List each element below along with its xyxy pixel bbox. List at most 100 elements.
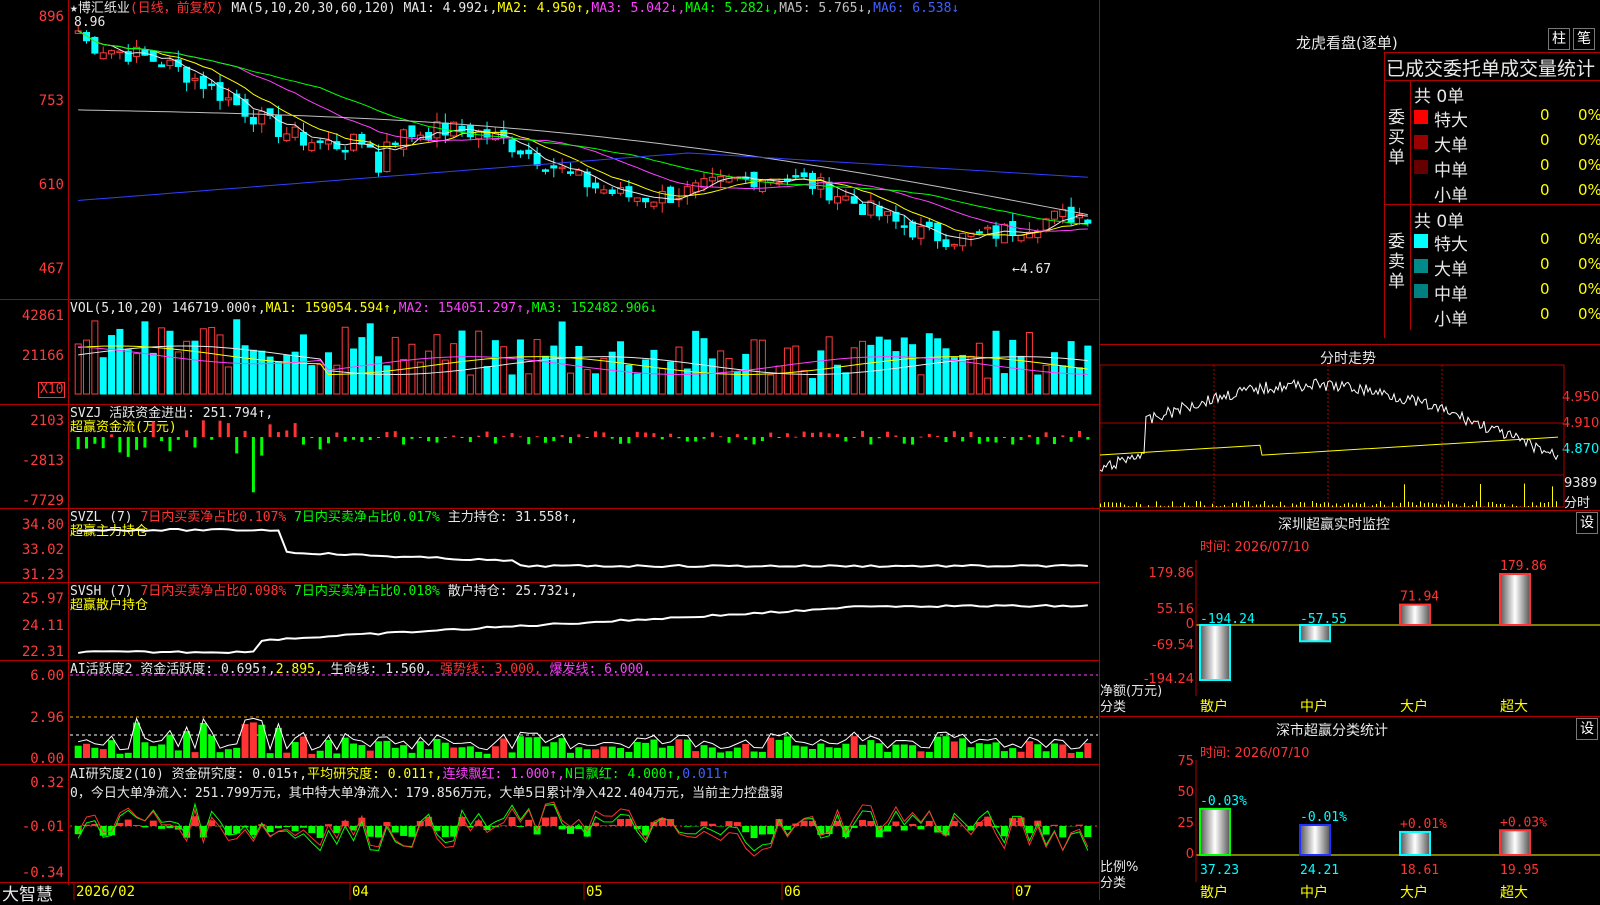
- activity-bar: [884, 752, 891, 758]
- activity-bar: [350, 744, 357, 758]
- research-bar: [709, 824, 716, 826]
- candle-body: [551, 166, 557, 168]
- research-bar: [141, 826, 148, 827]
- intraday-vol-bar: [1232, 503, 1233, 507]
- fund-flow-bar: [486, 432, 489, 437]
- fund-flow-bar: [235, 437, 238, 453]
- candle-body: [835, 197, 841, 203]
- research-bar: [751, 826, 758, 838]
- intraday-vol-bar: [1540, 502, 1541, 507]
- research-bar: [901, 826, 908, 831]
- intraday-vol-bar: [1480, 484, 1481, 507]
- candle-body: [225, 98, 231, 100]
- main-chart-area[interactable]: ★博汇纸业(日线，前复权) MA(5,10,20,30,60,120) MA1:…: [0, 0, 1100, 900]
- fund-flow-bar: [193, 437, 196, 448]
- activity-bar: [642, 743, 649, 758]
- intraday-vol-bar: [1448, 501, 1449, 507]
- chart-canvas[interactable]: [0, 0, 1100, 900]
- candle-body: [693, 183, 699, 192]
- volume-bar: [651, 350, 657, 394]
- fund-flow-bar: [427, 437, 430, 441]
- candle-body: [876, 206, 882, 216]
- activity-bar: [1026, 741, 1033, 758]
- candle-body: [467, 126, 473, 137]
- fund-flow-bar: [477, 436, 480, 437]
- fund-flow-bar: [861, 431, 864, 437]
- intraday-vol-bar: [1424, 503, 1425, 507]
- volume-bar: [901, 338, 907, 394]
- intraday-vol-bar: [1552, 486, 1553, 507]
- monitor-bar-label: 179.86: [1500, 559, 1547, 574]
- volume-bar: [517, 340, 523, 394]
- candle-body: [317, 141, 323, 143]
- fund-flow-bar: [702, 437, 705, 439]
- candle-body: [943, 240, 949, 247]
- activity-bar: [809, 749, 816, 758]
- intraday-vol-bar: [1160, 506, 1161, 507]
- fund-flow-bar: [619, 437, 622, 444]
- volume-bar: [784, 348, 790, 394]
- intraday-vol-bar: [1420, 501, 1421, 507]
- intraday-vol-bar: [1112, 502, 1113, 507]
- volume-bar: [985, 378, 991, 394]
- classify-change-label: +0.01%: [1400, 817, 1447, 832]
- research-bar: [759, 826, 766, 835]
- fund-flow-bar: [903, 437, 906, 444]
- activity-bar: [817, 744, 824, 758]
- volume-bar: [626, 365, 632, 394]
- fund-flow-bar: [410, 437, 413, 439]
- research-bar: [275, 826, 282, 828]
- volume-bar: [451, 344, 457, 394]
- fund-flow-bar: [677, 437, 680, 438]
- fund-flow-bar: [853, 437, 856, 438]
- research-bar: [1026, 826, 1033, 833]
- research-bar: [600, 825, 607, 826]
- ma-line-120: [78, 153, 1088, 200]
- volume-bar: [501, 347, 507, 394]
- research-bar: [700, 821, 707, 826]
- research-bar: [116, 823, 123, 826]
- fund-flow-bar: [85, 437, 88, 449]
- volume-bar: [150, 353, 156, 394]
- activity-bar: [842, 744, 849, 758]
- fund-flow-bar: [127, 437, 130, 457]
- volume-bar: [634, 374, 640, 394]
- activity-bar: [984, 744, 991, 758]
- activity-bar: [567, 753, 574, 758]
- monitor-bar-label: 71.94: [1400, 590, 1439, 605]
- volume-bar: [643, 360, 649, 394]
- intraday-vol-bar: [1184, 502, 1185, 507]
- activity-bar: [91, 748, 98, 758]
- activity-bar: [442, 743, 449, 758]
- activity-bar: [292, 742, 299, 758]
- activity-bar: [325, 740, 332, 758]
- intraday-vol-bar: [1264, 501, 1265, 507]
- intraday-vol-bar: [1272, 505, 1273, 507]
- volume-bar: [292, 352, 298, 394]
- research-bar: [317, 826, 324, 838]
- candle-body: [793, 176, 799, 178]
- activity-bar: [801, 746, 808, 758]
- candle-body: [851, 197, 857, 204]
- candle-body: [359, 134, 365, 144]
- fund-flow-bar: [978, 437, 981, 444]
- activity-bar: [650, 740, 657, 758]
- activity-bar: [751, 751, 758, 758]
- fund-flow-bar: [77, 437, 80, 449]
- candle-body: [601, 190, 607, 193]
- volume-bar: [300, 335, 306, 394]
- intraday-vol-bar: [1292, 503, 1293, 507]
- candle-body: [1068, 207, 1074, 222]
- candle-body: [342, 150, 348, 152]
- intraday-vol-bar: [1240, 505, 1241, 507]
- volume-bar: [217, 335, 223, 394]
- volume-bar: [759, 340, 765, 394]
- candle-body: [960, 233, 966, 245]
- intraday-vol-bar: [1140, 504, 1141, 507]
- intraday-vol-bar: [1188, 506, 1189, 507]
- fund-flow-bar: [244, 431, 247, 437]
- intraday-vol-bar: [1372, 505, 1373, 507]
- fund-flow-bar: [369, 437, 372, 440]
- fund-flow-bar: [202, 420, 205, 437]
- intraday-vol-bar: [1348, 503, 1349, 507]
